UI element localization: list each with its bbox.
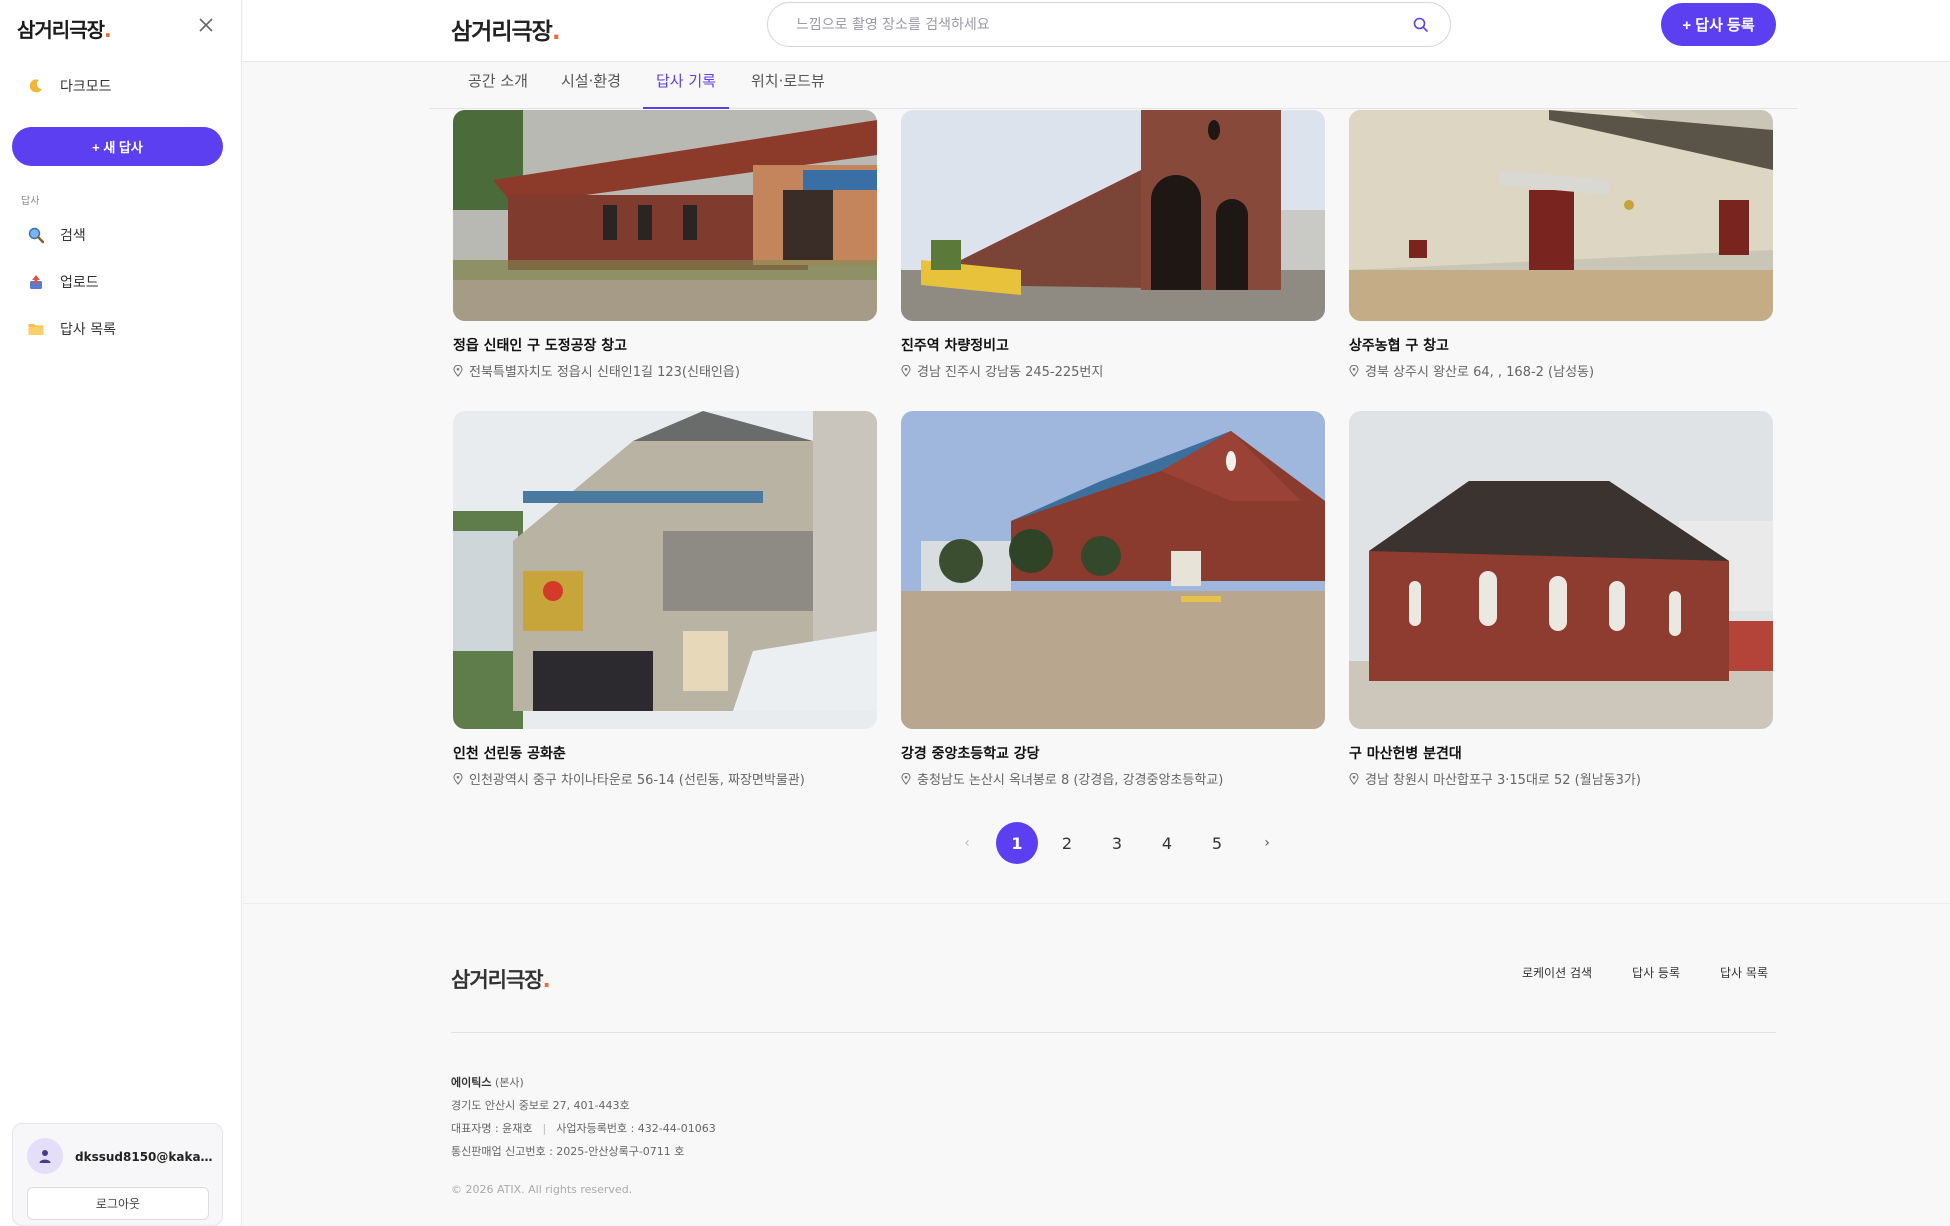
location-pin-icon — [453, 364, 463, 377]
search-icon[interactable] — [1412, 16, 1430, 34]
footer: 삼거리극장. 로케이션 검색 답사 등록 답사 목록 에이틱스 (본사) 경기도… — [243, 903, 1950, 1226]
survey-photo[interactable] — [901, 110, 1325, 321]
footer-link-register[interactable]: 답사 등록 — [1632, 964, 1680, 981]
survey-card[interactable]: 구 마산헌병 분견대 경남 창원시 마산합포구 3·15대로 52 (월남동3가… — [1349, 411, 1773, 788]
survey-photo[interactable] — [1349, 411, 1773, 729]
sidebar-logo[interactable]: 삼거리극장. — [17, 14, 112, 43]
user-card: dkssud8150@kakao... 로그아웃 — [12, 1123, 223, 1226]
sidebar-item-label: 답사 목록 — [60, 322, 116, 338]
telecom-number: 통신판매업 신고번호 : 2025-안산상록구-0711 호 — [451, 1145, 685, 1158]
company-info: 에이틱스 (본사) 경기도 안산시 중보로 27, 401-443호 대표자명 … — [451, 1071, 716, 1163]
sidebar-item-upload[interactable]: 업로드 — [26, 272, 99, 292]
sidebar: 삼거리극장. 다크모드 + 새 답사 답사 검색 업로드 답사 목록 dkssu… — [0, 0, 242, 1226]
survey-photo[interactable] — [1349, 110, 1773, 321]
detail-tabs: 공간 소개 시설·환경 답사 기록 위치·로드뷰 — [430, 62, 1798, 109]
tab-location-roadview[interactable]: 위치·로드뷰 — [738, 70, 838, 109]
location-pin-icon — [1349, 772, 1359, 785]
moon-icon — [26, 76, 46, 96]
survey-photo[interactable] — [901, 411, 1325, 729]
main-logo[interactable]: 삼거리극장. — [451, 12, 561, 46]
page-5-button[interactable]: 5 — [1196, 822, 1238, 864]
footer-divider — [451, 1032, 1776, 1033]
page-4-button[interactable]: 4 — [1146, 822, 1188, 864]
top-header: 삼거리극장. + 답사 등록 — [243, 0, 1950, 62]
location-pin-icon — [901, 772, 911, 785]
survey-address: 충청남도 논산시 옥녀봉로 8 (강경읍, 강경중앙초등학교) — [901, 769, 1325, 788]
search-bar — [767, 2, 1451, 47]
survey-card[interactable]: 상주농협 구 창고 경북 상주시 왕산로 64, , 168-2 (남성동) — [1349, 110, 1773, 380]
magnifier-icon — [26, 225, 46, 245]
survey-card[interactable]: 정읍 신태인 구 도정공장 창고 전북특별자치도 정읍시 신태인1길 123(신… — [453, 110, 877, 380]
location-pin-icon — [901, 364, 911, 377]
search-input[interactable] — [796, 15, 1396, 35]
page-1-button[interactable]: 1 — [996, 822, 1038, 864]
page-3-button[interactable]: 3 — [1096, 822, 1138, 864]
pagination: ‹ 1 2 3 4 5 › — [946, 822, 1296, 864]
company-name: 에이틱스 — [451, 1076, 492, 1089]
ceo-name: 대표자명 : 윤재호 — [451, 1122, 533, 1135]
survey-photo[interactable] — [453, 411, 877, 729]
business-number: 사업자등록번호 : 432-44-01063 — [556, 1122, 716, 1135]
survey-title: 강경 중앙초등학교 강당 — [901, 746, 1040, 762]
close-icon[interactable] — [196, 16, 216, 36]
page-2-button[interactable]: 2 — [1046, 822, 1088, 864]
dark-mode-label: 다크모드 — [60, 79, 112, 95]
survey-title: 구 마산헌병 분견대 — [1349, 746, 1462, 762]
location-pin-icon — [1349, 364, 1359, 377]
survey-title: 상주농협 구 창고 — [1349, 338, 1449, 354]
tab-survey-records[interactable]: 답사 기록 — [643, 70, 729, 109]
dark-mode-toggle[interactable]: 다크모드 — [26, 76, 112, 96]
survey-title: 진주역 차량정비고 — [901, 338, 1009, 354]
survey-photo[interactable] — [453, 110, 877, 321]
survey-address: 경남 창원시 마산합포구 3·15대로 52 (월남동3가) — [1349, 769, 1773, 788]
location-pin-icon — [453, 772, 463, 785]
company-address: 경기도 안산시 중보로 27, 401-443호 — [451, 1099, 630, 1112]
footer-logo[interactable]: 삼거리극장. — [451, 964, 551, 994]
sidebar-item-label: 검색 — [60, 228, 86, 244]
survey-card[interactable]: 인천 선린동 공화춘 인천광역시 중구 차이나타운로 56-14 (선린동, 짜… — [453, 411, 877, 788]
new-survey-button[interactable]: + 새 답사 — [12, 127, 223, 166]
register-survey-button[interactable]: + 답사 등록 — [1661, 3, 1776, 46]
prev-page-button[interactable]: ‹ — [946, 822, 988, 864]
survey-address: 전북특별자치도 정읍시 신태인1길 123(신태인읍) — [453, 361, 877, 380]
upload-icon — [26, 272, 46, 292]
tab-facilities[interactable]: 시설·환경 — [548, 70, 634, 109]
sidebar-item-label: 업로드 — [60, 275, 99, 291]
survey-card[interactable]: 진주역 차량정비고 경남 진주시 강남동 245-225번지 — [901, 110, 1325, 380]
avatar[interactable] — [27, 1138, 63, 1174]
sidebar-section-label: 답사 — [21, 196, 40, 207]
footer-link-location-search[interactable]: 로케이션 검색 — [1522, 964, 1592, 981]
company-sub: (본사) — [494, 1076, 524, 1089]
survey-address: 경남 진주시 강남동 245-225번지 — [901, 361, 1325, 380]
tab-space-intro[interactable]: 공간 소개 — [455, 70, 541, 109]
copyright: © 2026 ATIX. All rights reserved. — [451, 1183, 633, 1196]
survey-title: 정읍 신태인 구 도정공장 창고 — [453, 338, 628, 354]
survey-address: 경북 상주시 왕산로 64, , 168-2 (남성동) — [1349, 361, 1773, 380]
logout-button[interactable]: 로그아웃 — [27, 1187, 209, 1220]
survey-address: 인천광역시 중구 차이나타운로 56-14 (선린동, 짜장면박물관) — [453, 769, 877, 788]
folder-icon — [26, 319, 46, 339]
user-email: dkssud8150@kakao... — [75, 1150, 215, 1164]
survey-card[interactable]: 강경 중앙초등학교 강당 충청남도 논산시 옥녀봉로 8 (강경읍, 강경중앙초… — [901, 411, 1325, 788]
survey-title: 인천 선린동 공화춘 — [453, 746, 566, 762]
footer-links: 로케이션 검색 답사 등록 답사 목록 — [1522, 964, 1768, 981]
sidebar-item-survey-list[interactable]: 답사 목록 — [26, 319, 116, 339]
footer-link-list[interactable]: 답사 목록 — [1720, 964, 1768, 981]
next-page-button[interactable]: › — [1246, 822, 1288, 864]
sidebar-item-search[interactable]: 검색 — [26, 225, 86, 245]
